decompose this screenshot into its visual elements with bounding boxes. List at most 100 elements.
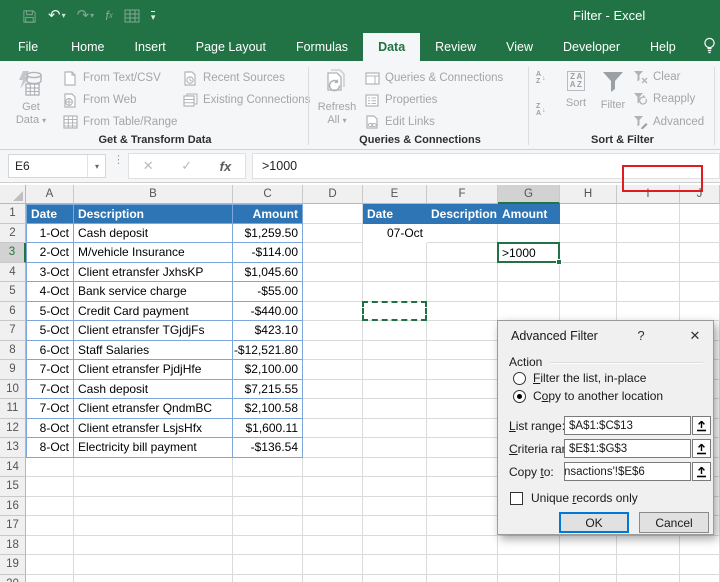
existing-connections-button[interactable]: Existing Connections [182,92,310,108]
row-header-4[interactable]: 4 [0,262,26,282]
cell-B6[interactable]: Credit Card payment [74,301,233,321]
checkbox-icon[interactable] [510,491,523,505]
undo-button[interactable]: ↶ ▾ [48,5,66,27]
row-header-5[interactable]: 5 [0,282,26,302]
ok-button[interactable]: OK [559,512,629,533]
cell-C3[interactable]: -$114.00 [233,243,303,263]
cancel-button[interactable]: Cancel [639,512,709,533]
row-header-6[interactable]: 6 [0,301,26,321]
row-header-19[interactable]: 19 [0,555,26,575]
cell-E2[interactable]: 07-Oct [363,223,427,243]
column-header-I[interactable]: I [617,185,680,204]
row-header-9[interactable]: 9 [0,360,26,380]
cell-B8[interactable]: Staff Salaries [74,340,233,360]
filter-button[interactable]: Filter [594,66,632,112]
row-header-11[interactable]: 11 [0,399,26,419]
edit-links-button[interactable]: Edit Links [364,114,435,130]
row-header-12[interactable]: 12 [0,418,26,438]
formula-input[interactable]: >1000 [252,153,720,179]
radio-copy-to-location[interactable]: Copy to another location [513,389,663,403]
cell-A10[interactable]: 7-Oct [26,379,74,399]
column-header-E[interactable]: E [363,185,427,204]
queries-connections-button[interactable]: Queries & Connections [364,70,503,86]
cell-B10[interactable]: Cash deposit [74,379,233,399]
row-header-15[interactable]: 15 [0,477,26,497]
list-range-collapse-button[interactable] [692,416,711,435]
cell-F1[interactable]: Description [427,204,498,224]
cancel-entry-icon[interactable]: ✕ [143,158,154,174]
row-header-18[interactable]: 18 [0,535,26,555]
cell-A4[interactable]: 3-Oct [26,262,74,282]
radio-circle-icon[interactable] [513,371,526,385]
criteria-range-input[interactable]: $E$1:$G$3 [564,439,691,458]
formula-bar-grip[interactable]: ⋮ [113,155,124,166]
cell-B13[interactable]: Electricity bill payment [74,438,233,458]
sort-button[interactable]: ZAAZ Sort [556,66,596,110]
select-all-button[interactable] [0,185,26,204]
sort-ascending-button[interactable]: A Z ↓ [536,71,546,85]
insert-function-fx-icon[interactable]: fx [220,159,232,174]
cell-C9[interactable]: $2,100.00 [233,360,303,380]
cell-B7[interactable]: Client etransfer TGjdjFs [74,321,233,341]
radio-filter-in-place[interactable]: Filter the list, in-place [513,371,646,385]
from-web-button[interactable]: From Web [62,92,136,108]
from-text-csv-button[interactable]: From Text/CSV [62,70,161,86]
radio-selected-icon[interactable] [513,389,526,403]
cell-A5[interactable]: 4-Oct [26,282,74,302]
cell-C13[interactable]: -$136.54 [233,438,303,458]
cell-C10[interactable]: $7,215.55 [233,379,303,399]
column-header-C[interactable]: C [233,185,303,204]
name-box[interactable]: E6 ▾ [8,154,106,178]
cell-A1[interactable]: Date [26,204,74,224]
cell-B9[interactable]: Client etransfer PjdjHfe [74,360,233,380]
name-box-dropdown-icon[interactable]: ▾ [86,155,99,177]
cell-A12[interactable]: 8-Oct [26,418,74,438]
tab-formulas[interactable]: Formulas [281,33,363,61]
cell-B12[interactable]: Client etransfer LsjsHfx [74,418,233,438]
get-data-button[interactable]: Get Data ▾ [8,66,54,127]
sort-descending-button[interactable]: Z A ↓ [536,103,546,117]
column-header-F[interactable]: F [427,185,498,204]
row-header-10[interactable]: 10 [0,379,26,399]
row-header-14[interactable]: 14 [0,457,26,477]
cell-B11[interactable]: Client etransfer QndmBC [74,399,233,419]
clear-filter-button[interactable]: Clear [632,69,680,85]
column-header-B[interactable]: B [74,185,233,204]
insert-function-icon[interactable]: fx [105,5,113,27]
cell-B4[interactable]: Client etransfer JxhsKP [74,262,233,282]
tab-page-layout[interactable]: Page Layout [181,33,281,61]
row-header-20[interactable]: 20 [0,574,26,582]
column-header-J[interactable]: J [680,185,720,204]
cell-B5[interactable]: Bank service charge [74,282,233,302]
reapply-filter-button[interactable]: Reapply [632,91,695,107]
cell-C6[interactable]: -$440.00 [233,301,303,321]
cell-B3[interactable]: M/vehicle Insurance [74,243,233,263]
tab-help[interactable]: Help [635,33,691,61]
cell-A13[interactable]: 8-Oct [26,438,74,458]
column-header-D[interactable]: D [303,185,363,204]
row-header-1[interactable]: 1 [0,204,26,224]
save-icon[interactable] [22,5,37,27]
cell-A9[interactable]: 7-Oct [26,360,74,380]
row-header-2[interactable]: 2 [0,223,26,243]
row-header-13[interactable]: 13 [0,438,26,458]
cell-B1[interactable]: Description [74,204,233,224]
cell-E1[interactable]: Date [363,204,427,224]
row-header-17[interactable]: 17 [0,516,26,536]
cell-C11[interactable]: $2,100.58 [233,399,303,419]
cell-A8[interactable]: 6-Oct [26,340,74,360]
cell-C4[interactable]: $1,045.60 [233,262,303,282]
cell-C2[interactable]: $1,259.50 [233,223,303,243]
column-header-G[interactable]: G [498,185,560,204]
row-header-3[interactable]: 3 [0,243,26,263]
cell-A2[interactable]: 1-Oct [26,223,74,243]
tab-developer[interactable]: Developer [548,33,635,61]
customize-qat-icon[interactable]: ▾ [150,10,156,22]
redo-button[interactable]: ↷ ▾ [77,5,95,27]
row-header-8[interactable]: 8 [0,340,26,360]
tab-insert[interactable]: Insert [120,33,181,61]
cell-G1[interactable]: Amount [498,204,560,224]
cell-A3[interactable]: 2-Oct [26,243,74,263]
list-range-input[interactable]: $A$1:$C$13 [564,416,691,435]
dialog-close-button[interactable]: ✕ [684,326,706,346]
